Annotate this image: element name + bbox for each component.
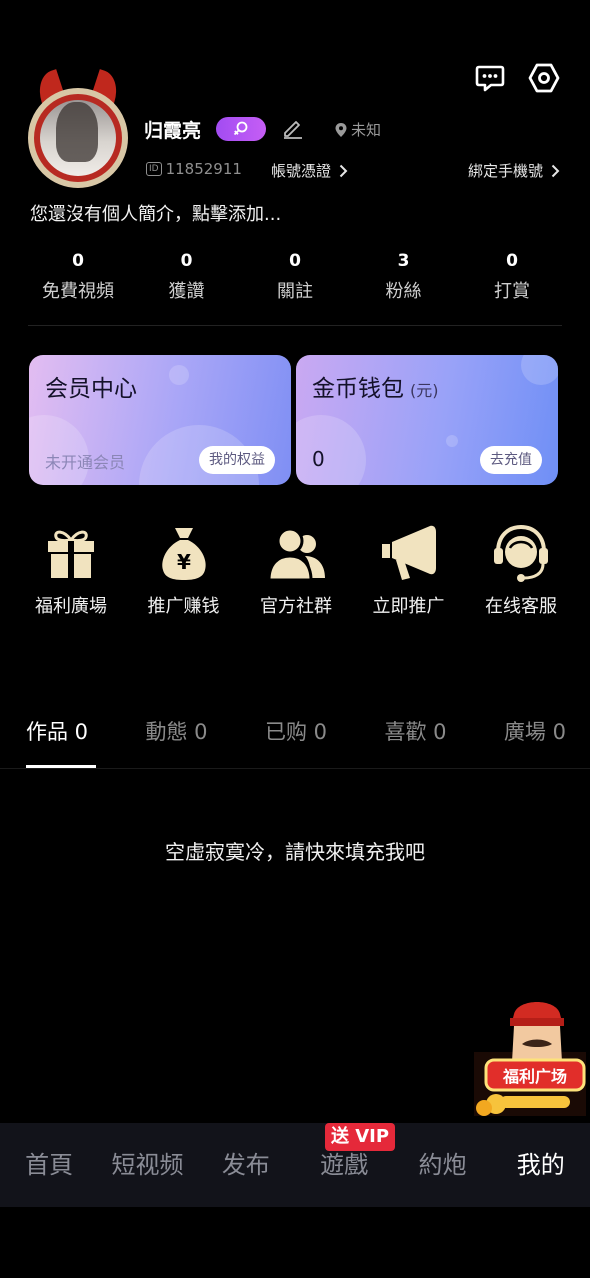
- divider: [28, 325, 562, 326]
- stat-value: 0: [72, 251, 84, 271]
- id-card-icon: ID: [146, 162, 162, 176]
- nav-games[interactable]: 遊戲 送 VIP: [295, 1123, 396, 1207]
- bind-phone-link[interactable]: 綁定手機號: [468, 160, 560, 181]
- shortcut-label: 在线客服: [485, 596, 557, 617]
- stat-value: 0: [506, 251, 518, 271]
- tabs-divider: [0, 768, 590, 769]
- shortcut-label: 官方社群: [260, 596, 332, 617]
- content-tabs: 作品 0 動態 0 已购 0 喜歡 0 廣場 0: [26, 716, 566, 746]
- headset-icon: [494, 524, 548, 582]
- shortcut-welfare-plaza[interactable]: 福利廣場: [15, 522, 127, 618]
- group-icon: [267, 527, 325, 582]
- avatar-frame: [28, 88, 128, 188]
- chevron-right-icon: [339, 164, 348, 177]
- top-actions: [474, 62, 560, 94]
- vip-status: 未开通会员: [45, 453, 126, 472]
- empty-state-text: 空虛寂寞冷，請快來填充我吧: [165, 840, 425, 864]
- stat-label: 免費視頻: [42, 281, 114, 302]
- female-icon: [233, 121, 248, 136]
- stat-label: 打賞: [494, 281, 530, 302]
- account-cert-link[interactable]: 帳號憑證: [271, 160, 348, 181]
- bottom-nav: 首頁 短视频 发布 遊戲 送 VIP 約炮 我的: [0, 1123, 590, 1207]
- shortcut-label: 立即推广: [372, 596, 445, 617]
- stat-likes[interactable]: 0 獲讚: [137, 251, 237, 303]
- location-text: 未知: [351, 121, 382, 139]
- cert-label: 帳號憑證: [271, 162, 332, 180]
- tab-plaza[interactable]: 廣場 0: [504, 716, 566, 746]
- shortcut-promote-earn[interactable]: ¥ 推广赚钱: [128, 522, 240, 618]
- coin-wallet-card[interactable]: 金币钱包 (元) 0 去充值: [296, 355, 558, 485]
- stat-free-videos[interactable]: 0 免費視頻: [28, 251, 128, 303]
- decor-bubble: [521, 355, 558, 385]
- gift-icon: [48, 530, 94, 578]
- nav-dating[interactable]: 約炮: [393, 1123, 491, 1207]
- wallet-title-text: 金币钱包: [312, 376, 404, 402]
- wallet-amount: 0: [312, 447, 325, 471]
- shortcut-grid: 福利廣場 ¥ 推广赚钱 官方社群 立即推广 在线客服: [15, 522, 577, 618]
- recharge-button[interactable]: 去充值: [480, 446, 542, 474]
- message-icon[interactable]: [474, 62, 506, 94]
- username: 归霞亮: [144, 120, 202, 142]
- stat-value: 0: [289, 251, 301, 271]
- nav-home[interactable]: 首頁: [0, 1123, 98, 1207]
- avatar[interactable]: [26, 69, 130, 190]
- user-id-row: ID 11852911: [146, 160, 242, 178]
- vip-title: 会员中心: [45, 376, 137, 402]
- welfare-plaza-float-banner[interactable]: 福利广场: [474, 992, 586, 1116]
- nav-games-label: 遊戲: [320, 1151, 369, 1179]
- megaphone-icon: [381, 525, 436, 580]
- wallet-title: 金币钱包 (元): [312, 369, 439, 403]
- stat-label: 獲讚: [168, 281, 205, 302]
- gender-badge: [216, 117, 266, 141]
- decor-bubble: [446, 435, 458, 447]
- tab-works[interactable]: 作品 0: [26, 716, 88, 746]
- stat-label: 粉絲: [385, 281, 422, 302]
- svg-text:¥: ¥: [177, 550, 191, 574]
- stats-row: 0 免費視頻 0 獲讚 0 關註 3 粉絲 0 打賞: [28, 251, 562, 303]
- money-bag-icon: ¥: [161, 528, 206, 580]
- tab-purchased[interactable]: 已购 0: [265, 716, 327, 746]
- my-benefits-button[interactable]: 我的权益: [199, 446, 275, 474]
- stat-following[interactable]: 0 關註: [245, 251, 345, 303]
- stat-label: 關註: [277, 281, 313, 302]
- shortcut-label: 推广赚钱: [147, 596, 220, 617]
- stat-value: 0: [180, 251, 193, 271]
- wallet-unit: (元): [410, 381, 439, 400]
- decor-bubble: [296, 415, 366, 485]
- stat-fans[interactable]: 3 粉絲: [354, 251, 454, 303]
- promo-label: 福利广场: [502, 1067, 567, 1086]
- settings-icon[interactable]: [528, 62, 560, 94]
- vip-center-card[interactable]: 会员中心 未开通会员 我的权益: [29, 355, 291, 485]
- stat-tips[interactable]: 0 打賞: [462, 251, 562, 303]
- shortcut-promote-now[interactable]: 立即推广: [353, 522, 465, 618]
- bind-phone-label: 綁定手機號: [467, 162, 543, 180]
- edit-icon[interactable]: [281, 116, 305, 140]
- avatar-figure: [56, 102, 98, 162]
- shortcut-official-group[interactable]: 官方社群: [240, 522, 352, 618]
- bio-text[interactable]: 您還沒有個人簡介，點擊添加...: [30, 200, 281, 226]
- chevron-right-icon: [551, 164, 560, 177]
- tab-likes[interactable]: 喜歡 0: [384, 716, 446, 746]
- user-id: 11852911: [165, 160, 242, 178]
- nav-short-video[interactable]: 短视频: [98, 1123, 196, 1207]
- nav-me[interactable]: 我的: [492, 1123, 590, 1207]
- tab-moments[interactable]: 動態 0: [145, 716, 207, 746]
- nav-publish[interactable]: 发布: [197, 1123, 295, 1207]
- decor-bubble: [169, 365, 189, 385]
- location-pin-icon: [335, 122, 347, 137]
- shortcut-customer-service[interactable]: 在线客服: [465, 522, 577, 618]
- location: 未知: [334, 119, 381, 140]
- stat-value: 3: [397, 251, 410, 271]
- vip-gift-badge: 送 VIP: [324, 1123, 396, 1151]
- shortcut-label: 福利廣場: [35, 596, 107, 617]
